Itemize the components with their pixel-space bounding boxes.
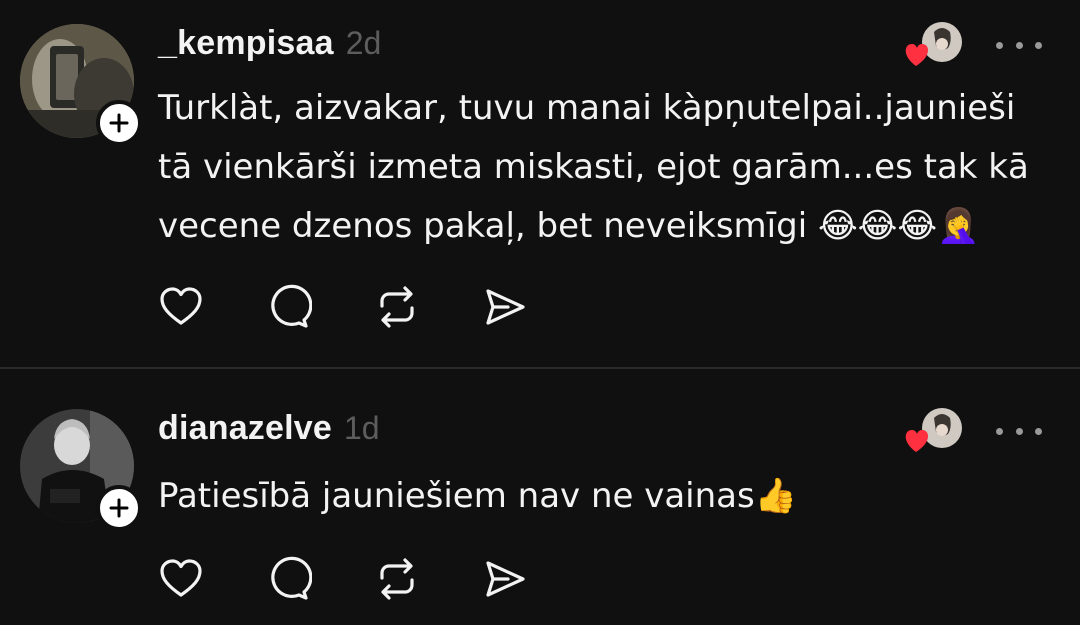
liked-by-author-icon: [905, 408, 962, 452]
like-icon: [160, 559, 202, 597]
liked-by-author: [902, 20, 964, 70]
post-text: Turklàt, aizvakar, tuvu manai kàpņutelpa…: [158, 88, 1029, 246]
like-icon: [160, 287, 202, 325]
liked-by-author-icon: [905, 22, 962, 66]
username-link[interactable]: _kempisaa: [158, 24, 334, 63]
action-bar: [158, 555, 590, 603]
share-icon: [486, 289, 525, 325]
share-icon: [486, 561, 525, 597]
post-text: Patiesībā jauniešiem nav ne vainas👍: [158, 476, 798, 516]
post-header: dianazelve 1d: [158, 409, 380, 448]
more-options-button[interactable]: [996, 421, 1042, 441]
plus-icon: [109, 113, 129, 133]
post-header: _kempisaa 2d: [158, 24, 381, 63]
more-dot-icon: [1035, 427, 1042, 435]
more-options-button[interactable]: [996, 35, 1042, 55]
share-button[interactable]: [482, 283, 590, 331]
like-button[interactable]: [158, 555, 266, 603]
more-dot-icon: [1015, 41, 1023, 49]
more-dot-icon: [1015, 427, 1023, 435]
more-dot-icon: [1035, 41, 1042, 49]
thread-reply: dianazelve 1d Patiesībā jauniešiem nav n…: [0, 369, 1080, 625]
liked-by-author: [902, 406, 964, 456]
follow-button[interactable]: [96, 100, 142, 146]
more-dot-icon: [996, 41, 1003, 49]
reply-icon: [271, 284, 312, 328]
post-time: 1d: [343, 410, 380, 446]
follow-button[interactable]: [96, 485, 142, 531]
more-dot-icon: [996, 427, 1003, 435]
reply-button[interactable]: [266, 283, 374, 331]
reply-button[interactable]: [266, 555, 374, 603]
username-link[interactable]: dianazelve: [158, 409, 332, 448]
repost-button[interactable]: [374, 555, 482, 603]
like-button[interactable]: [158, 283, 266, 331]
repost-icon: [380, 558, 414, 600]
repost-icon: [380, 286, 414, 328]
post-time: 2d: [345, 25, 382, 61]
reply-icon: [271, 556, 312, 600]
share-button[interactable]: [482, 555, 590, 603]
repost-button[interactable]: [374, 283, 482, 331]
thread-reply: _kempisaa 2d Turklàt, aizvakar, tuvu man…: [0, 0, 1080, 368]
plus-icon: [109, 498, 129, 518]
action-bar: [158, 283, 590, 331]
